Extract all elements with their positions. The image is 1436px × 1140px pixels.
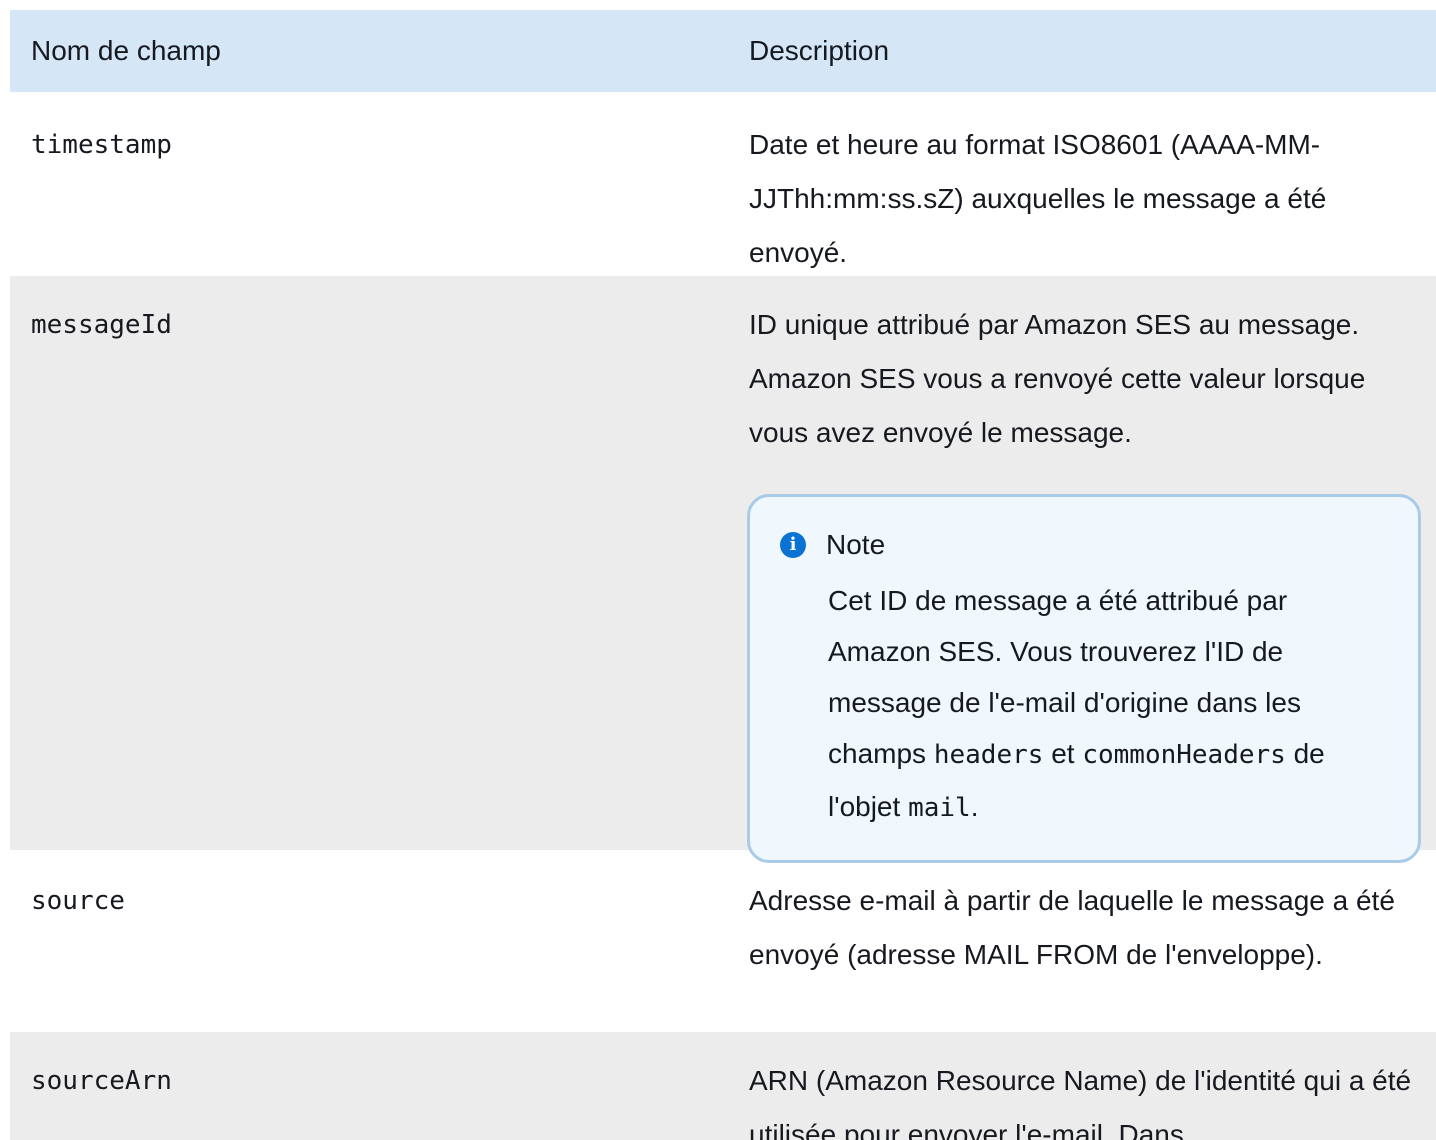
column-header-field-name: Nom de champ bbox=[31, 35, 221, 66]
field-name-cell: source bbox=[31, 886, 125, 916]
note-header: i Note bbox=[780, 525, 1398, 565]
note-body: Cet ID de message a été attribué par Ama… bbox=[828, 575, 1388, 834]
table-header-row: Nom de champ Description bbox=[10, 10, 1436, 94]
note-callout: i Note Cet ID de message a été attribué … bbox=[747, 494, 1421, 863]
code-mail: mail bbox=[908, 793, 971, 823]
description-cell: Adresse e-mail à partir de laquelle le m… bbox=[728, 852, 1426, 1030]
description-text: Date et heure au format ISO8601 (AAAA-MM… bbox=[749, 129, 1327, 268]
field-name-cell: timestamp bbox=[31, 130, 172, 160]
field-description-table: Nom de champ Description timestamp Date … bbox=[10, 10, 1436, 1140]
description-cell: Date et heure au format ISO8601 (AAAA-MM… bbox=[728, 96, 1426, 274]
note-text: et bbox=[1051, 738, 1075, 769]
table-row: sourceArn ARN (Amazon Resource Name) de … bbox=[10, 1030, 1436, 1140]
table-row: timestamp Date et heure au format ISO860… bbox=[10, 94, 1436, 274]
code-common-headers: commonHeaders bbox=[1082, 740, 1286, 770]
description-cell: ID unique attribué par Amazon SES au mes… bbox=[728, 276, 1426, 863]
field-name-cell: sourceArn bbox=[31, 1066, 172, 1096]
description-text: ARN (Amazon Resource Name) de l'identité… bbox=[749, 1065, 1412, 1140]
info-icon: i bbox=[780, 532, 806, 558]
description-cell: ARN (Amazon Resource Name) de l'identité… bbox=[728, 1032, 1426, 1140]
field-name-cell: messageId bbox=[31, 310, 172, 340]
description-text: Adresse e-mail à partir de laquelle le m… bbox=[749, 885, 1395, 970]
note-text: . bbox=[970, 791, 979, 822]
table-row: source Adresse e-mail à partir de laquel… bbox=[10, 850, 1436, 1030]
column-header-description: Description bbox=[749, 35, 890, 66]
description-text: ID unique attribué par Amazon SES au mes… bbox=[749, 309, 1366, 448]
code-headers: headers bbox=[933, 740, 1044, 770]
table-row: messageId ID unique attribué par Amazon … bbox=[10, 274, 1436, 863]
note-title: Note bbox=[826, 529, 886, 560]
